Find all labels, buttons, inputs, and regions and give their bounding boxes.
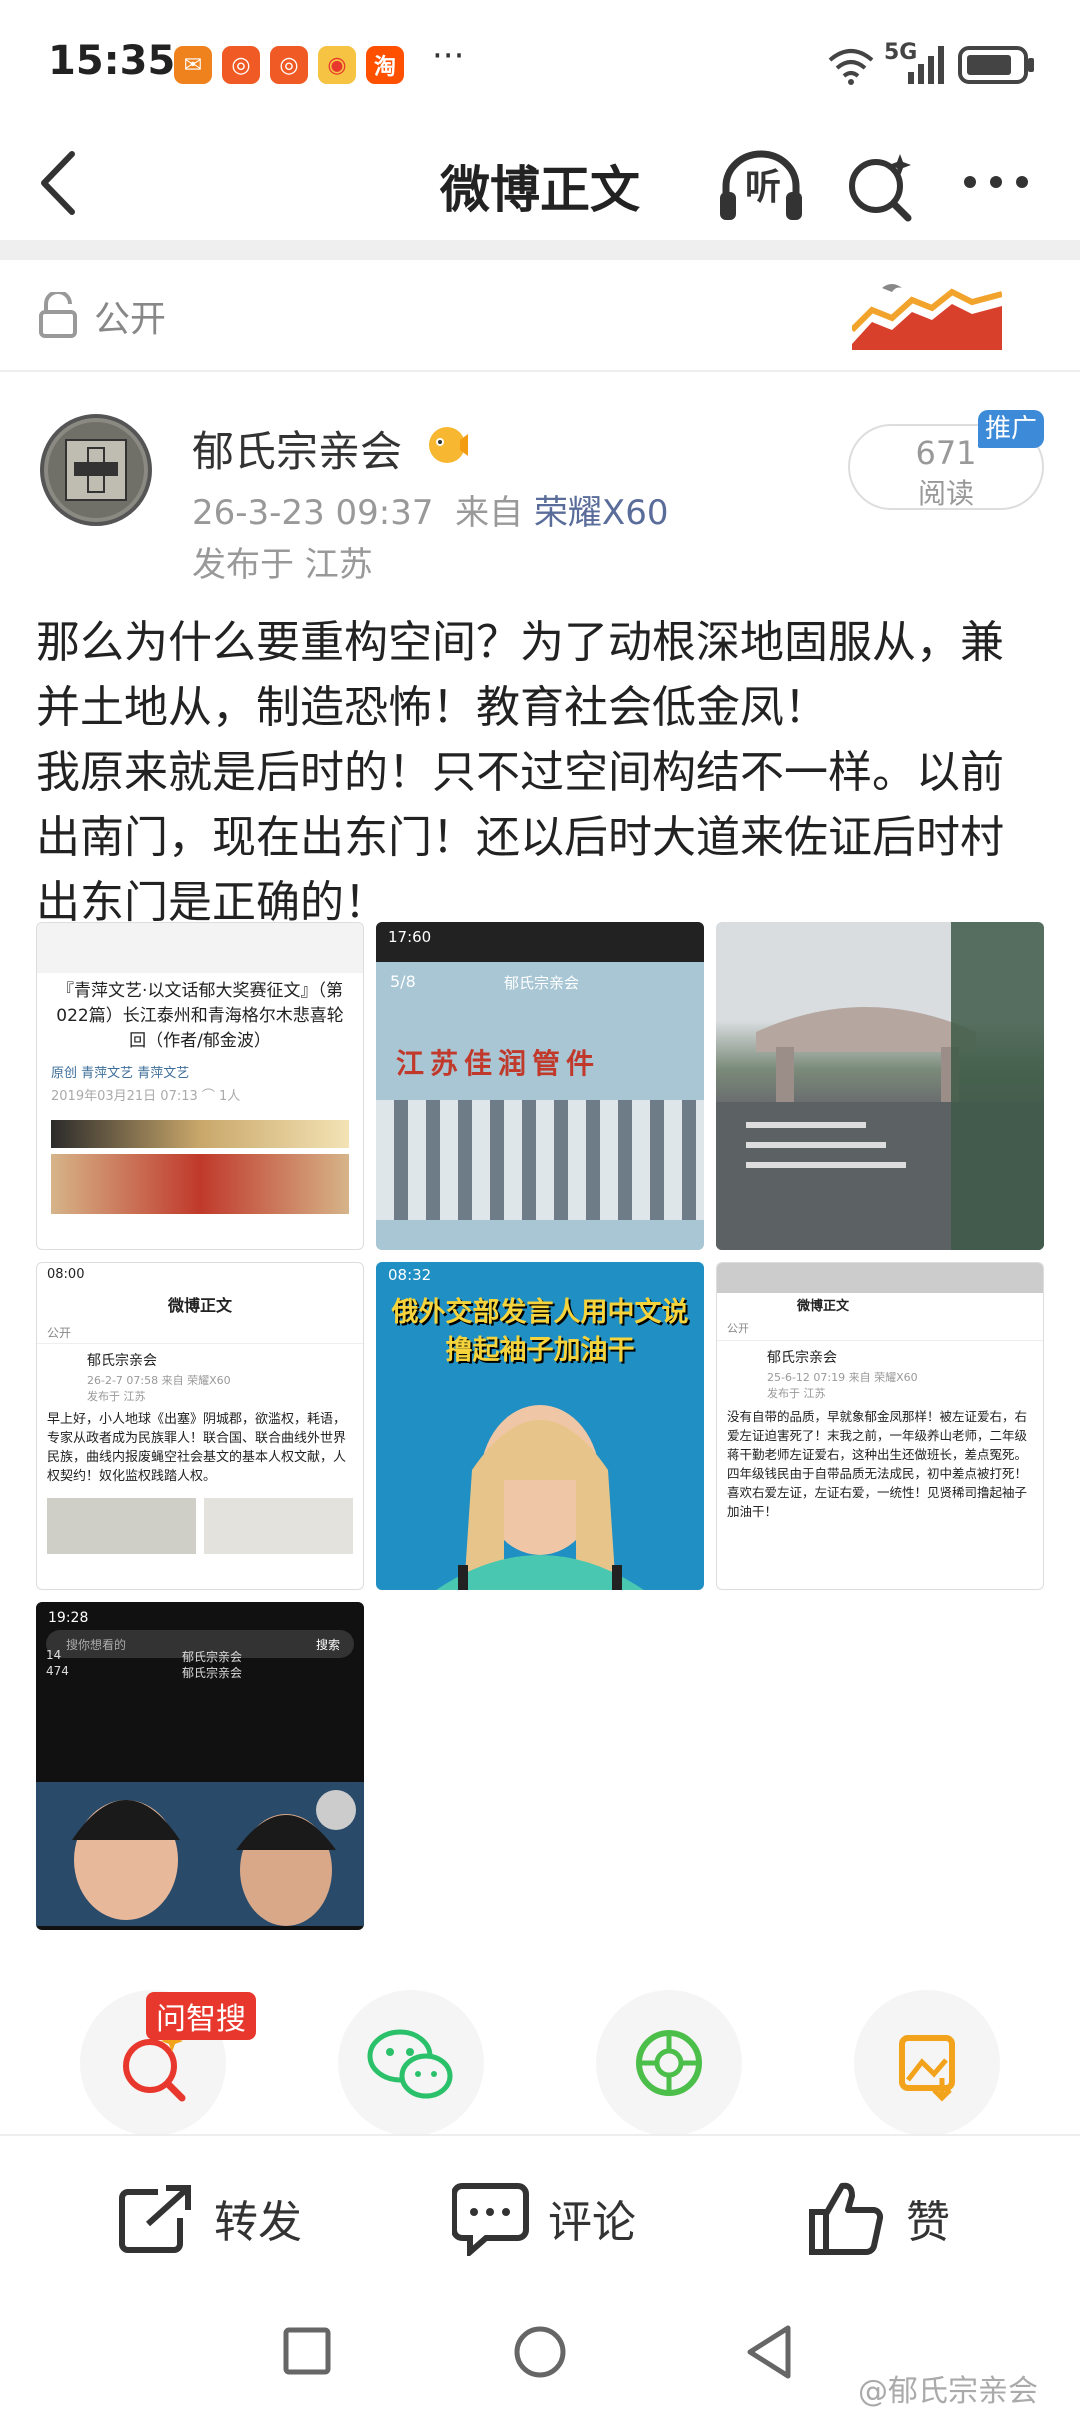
- author-avatar[interactable]: [40, 414, 152, 526]
- unlock-icon: [39, 292, 77, 338]
- signal-icon: [908, 46, 944, 84]
- divider: [0, 240, 1080, 260]
- repost-icon: [119, 2185, 191, 2253]
- ketou-app-icon: ◎: [222, 46, 260, 84]
- wechat-icon: [367, 2029, 453, 2099]
- from-prefix: 来自: [455, 493, 524, 533]
- device-link[interactable]: 荣耀X60: [534, 493, 669, 533]
- thumb4-public: 公开: [37, 1322, 363, 1344]
- like-label: 赞: [906, 2197, 950, 2248]
- like-button[interactable]: 赞: [806, 2172, 1006, 2262]
- thumb6-title: 微博正文: [797, 1299, 850, 1314]
- fish-vip-badge-icon: [429, 427, 468, 463]
- thumb2-name: 郁氏宗亲会: [504, 974, 580, 992]
- thumb6-name: 郁氏宗亲会: [767, 1350, 837, 1366]
- status-time: 15:35: [48, 38, 176, 84]
- bottom-divider: [0, 2134, 1080, 2136]
- comment-icon: [452, 2183, 529, 2256]
- thumb6-meta: 25-6-12 07:19 来自 荣耀X60: [767, 1371, 918, 1384]
- wechat-moments-icon: [636, 2030, 702, 2096]
- promoted-badge: 推广: [978, 410, 1044, 448]
- thumb4-title: 微博正文: [167, 1296, 232, 1315]
- post-paragraph: 那么为什么要重构空间？为了动根深地固服从，兼并土地从，制造恐怖！教育社会低金凤！: [36, 617, 1004, 733]
- thumb7-search: 搜你想看的: [66, 1638, 127, 1652]
- image-thumb-5[interactable]: 08:32 俄外交部发言人用中文说撸起袖子加油干: [376, 1262, 704, 1590]
- thumb2-sign: 江苏佳润管件: [396, 1047, 601, 1080]
- thumb1-article-title: 『青萍文艺·以文话郁大奖赛征文』（第022篇）长江泰州和青海格尔木悲喜轮回（作者…: [56, 981, 344, 1051]
- read-label: 阅读: [917, 477, 974, 510]
- wechat-red-packet-icon: ✉: [174, 46, 212, 84]
- post-body: 那么为什么要重构空间？为了动根深地固服从，兼并土地从，制造恐怖！教育社会低金凤！…: [36, 610, 1046, 935]
- visibility-label: 公开: [94, 299, 167, 340]
- save-image-button[interactable]: [854, 1990, 1000, 2136]
- post-location: 发布于 江苏: [192, 545, 373, 585]
- post-paragraph: 我原来就是后时的！只不过空间构结不一样。以前出南门，现在出东门！还以后时大道来佐…: [36, 747, 1004, 928]
- watermark: @郁氏宗亲会: [858, 2374, 1038, 2409]
- thumb6-public: 公开: [717, 1316, 1043, 1341]
- great-wall-decoration-icon: [852, 284, 1002, 350]
- taobao-icon: 淘: [366, 46, 404, 84]
- image-thumb-1[interactable]: 『青萍文艺·以文话郁大奖赛征文』（第022篇）长江泰州和青海格尔木悲喜轮回（作者…: [36, 922, 364, 1250]
- thumb7-name1: 郁氏宗亲会: [182, 1650, 243, 1664]
- thumbs-up-icon: [809, 2182, 884, 2255]
- author-name[interactable]: 郁氏宗亲会: [192, 418, 402, 479]
- comment-button[interactable]: 评论: [448, 2172, 678, 2262]
- recents-nav-icon[interactable]: [282, 2326, 332, 2376]
- save-image-icon: [899, 2035, 955, 2102]
- share-wechat-button[interactable]: [338, 1990, 484, 2136]
- thumb4-text: 早上好，小人地球《出塞》阴城郡，欲滥权，耗语，专家从政者成为民族罪人！联合国、联…: [47, 1412, 347, 1484]
- image-thumb-2[interactable]: 17:60 5/8 郁氏宗亲会 江苏佳润管件: [376, 922, 704, 1250]
- ai-search-badge: 问智搜: [146, 1992, 256, 2040]
- thumb7-count1: 14: [46, 1648, 62, 1662]
- wifi-icon: [828, 49, 874, 85]
- post-date: 26-3-23 09:37: [192, 493, 434, 533]
- thumb2-page: 5/8: [390, 972, 416, 991]
- weibo-icon: ◉: [318, 46, 356, 84]
- thumb1-source: 原创 青萍文艺 青萍文艺: [51, 1066, 190, 1081]
- image-thumb-6[interactable]: 微博正文 公开 郁氏宗亲会 25-6-12 07:19 来自 荣耀X60 发布于…: [716, 1262, 1044, 1590]
- comment-label: 评论: [548, 2197, 636, 2248]
- home-nav-icon[interactable]: [512, 2324, 568, 2380]
- repost-button[interactable]: 转发: [110, 2172, 340, 2262]
- battery-icon: [958, 46, 1034, 84]
- image-thumb-3[interactable]: [716, 922, 1044, 1250]
- thumb4-name: 郁氏宗亲会: [87, 1353, 157, 1369]
- page-title: 微博正文: [440, 161, 640, 219]
- thumb4-meta: 26-2-7 07:58 来自 荣耀X60: [87, 1374, 231, 1387]
- share-moments-button[interactable]: [596, 1990, 742, 2136]
- post-meta: 26-3-23 09:37 来自 荣耀X60: [192, 485, 669, 534]
- ketou-app-icon-2: ◎: [270, 46, 308, 84]
- thumb5-caption: 俄外交部发言人用中文说撸起袖子加油干: [391, 1297, 689, 1366]
- thumb5-time: 08:32: [388, 1266, 432, 1284]
- thumb7-time: 19:28: [48, 1610, 89, 1626]
- repost-label: 转发: [214, 2197, 302, 2248]
- image-thumb-7[interactable]: 19:28 搜你想看的 搜索 14 474 郁氏宗亲会 郁氏宗亲会: [36, 1602, 364, 1930]
- thumb7-search-button: 搜索: [315, 1638, 340, 1652]
- thumb7-name2: 郁氏宗亲会: [182, 1666, 243, 1680]
- thumb4-time: 08:00: [47, 1267, 85, 1282]
- status-more-icon: ···: [432, 36, 465, 76]
- thumb6-loc: 发布于 江苏: [767, 1387, 826, 1400]
- thumb2-time: 17:60: [376, 922, 704, 962]
- back-nav-icon[interactable]: [744, 2322, 794, 2382]
- status-bar: 15:35 ✉ ◎ ◎ ◉ 淘 ··· 5G: [0, 0, 1080, 130]
- thumb7-count2: 474: [46, 1664, 69, 1678]
- thumb4-loc: 发布于 江苏: [87, 1390, 146, 1403]
- thumb1-date: 2019年03月21日 07:13 ⌒ 1人: [51, 1089, 241, 1104]
- image-thumb-4[interactable]: 08:00 微博正文 公开 郁氏宗亲会 26-2-7 07:58 来自 荣耀X6…: [36, 1262, 364, 1590]
- thumb6-text: 没有自带的品质，早就象郁金凤那样！被左证爱右，右爱左证迫害死了！末我之前，一年级…: [727, 1409, 1028, 1519]
